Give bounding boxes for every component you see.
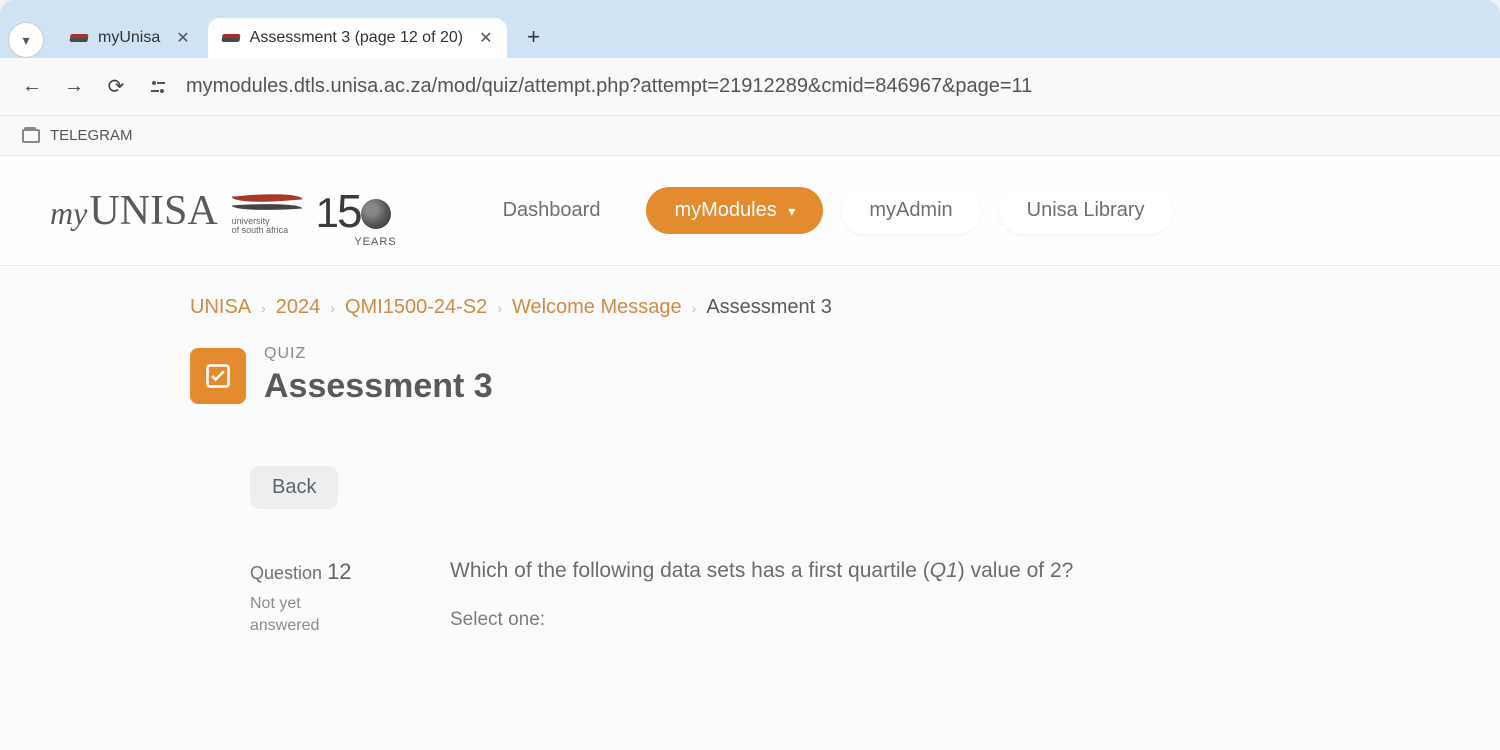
breadcrumb: UNISA › 2024 › QMI1500-24-S2 › Welcome M…: [190, 296, 1430, 319]
browser-toolbar: ← → ⟳ mymodules.dtls.unisa.ac.za/mod/qui…: [0, 58, 1500, 116]
logo-subtext: universityof south africa: [232, 217, 302, 235]
question-number: Question 12: [250, 559, 410, 585]
site-logo[interactable]: myUNISA universityof south africa 15 YEA…: [50, 184, 391, 238]
breadcrumb-course[interactable]: QMI1500-24-S2: [345, 296, 487, 319]
forward-button[interactable]: →: [60, 73, 88, 101]
breadcrumb-year[interactable]: 2024: [276, 296, 321, 319]
browser-tab-strip: ▾ myUnisa ✕ Assessment 3 (page 12 of 20)…: [0, 0, 1500, 58]
nav-dashboard[interactable]: Dashboard: [475, 187, 629, 234]
quiz-icon: [190, 348, 246, 404]
breadcrumb-current: Assessment 3: [706, 296, 832, 319]
nav-myadmin[interactable]: myAdmin: [841, 187, 980, 234]
reload-button[interactable]: ⟳: [102, 73, 130, 101]
tab-title: myUnisa: [98, 29, 160, 47]
nav-label: myAdmin: [869, 199, 952, 221]
nav-mymodules[interactable]: myModules ▾: [646, 187, 823, 234]
bookmark-telegram[interactable]: TELEGRAM: [50, 127, 133, 144]
question-block: Question 12 Not yetanswered Which of the…: [250, 559, 1430, 638]
folder-icon: [22, 129, 40, 143]
bookmarks-bar: TELEGRAM: [0, 116, 1500, 156]
nav-label: Dashboard: [503, 199, 601, 221]
breadcrumb-unisa[interactable]: UNISA: [190, 296, 251, 319]
new-tab-button[interactable]: +: [517, 20, 551, 54]
chevron-down-icon: ▾: [788, 203, 795, 219]
breadcrumb-sep: ›: [497, 300, 502, 316]
breadcrumb-sep: ›: [261, 300, 266, 316]
logo-text: myUNISA: [50, 187, 218, 235]
close-icon[interactable]: ✕: [176, 28, 189, 48]
logo-150-badge: 15 YEARS: [316, 184, 391, 238]
breadcrumb-welcome[interactable]: Welcome Message: [512, 296, 682, 319]
quiz-label: QUIZ: [264, 345, 493, 363]
nav-label: myModules: [674, 199, 776, 221]
back-label: Back: [272, 476, 316, 498]
breadcrumb-sep: ›: [692, 300, 697, 316]
question-meta: Question 12 Not yetanswered: [250, 559, 410, 638]
favicon-icon: [221, 34, 240, 42]
back-button[interactable]: ←: [18, 73, 46, 101]
nav-label: Unisa Library: [1027, 199, 1145, 221]
site-settings-icon[interactable]: [144, 73, 172, 101]
select-one-label: Select one:: [450, 609, 1430, 631]
nav-unisa-library[interactable]: Unisa Library: [999, 187, 1173, 234]
close-icon[interactable]: ✕: [479, 28, 492, 48]
swoosh-icon: [232, 187, 302, 215]
globe-icon: [361, 199, 391, 229]
chevron-down-icon: ▾: [22, 32, 29, 49]
question-status: Not yetanswered: [250, 593, 410, 638]
address-bar[interactable]: mymodules.dtls.unisa.ac.za/mod/quiz/atte…: [186, 75, 1482, 98]
main-nav: Dashboard myModules ▾ myAdmin Unisa Libr…: [475, 187, 1173, 234]
back-button[interactable]: Back: [250, 466, 338, 509]
site-header: myUNISA universityof south africa 15 YEA…: [0, 156, 1500, 266]
page-content: UNISA › 2024 › QMI1500-24-S2 › Welcome M…: [0, 266, 1500, 750]
page-title-row: QUIZ Assessment 3: [190, 345, 1430, 406]
breadcrumb-sep: ›: [330, 300, 335, 316]
search-tabs-button[interactable]: ▾: [8, 22, 44, 58]
browser-tab-myunisa[interactable]: myUnisa ✕: [56, 18, 204, 58]
question-text: Which of the following data sets has a f…: [450, 559, 1430, 638]
browser-tab-assessment[interactable]: Assessment 3 (page 12 of 20) ✕: [208, 18, 507, 58]
page-title: Assessment 3: [264, 367, 493, 406]
favicon-icon: [69, 34, 88, 42]
tab-title: Assessment 3 (page 12 of 20): [250, 29, 463, 47]
